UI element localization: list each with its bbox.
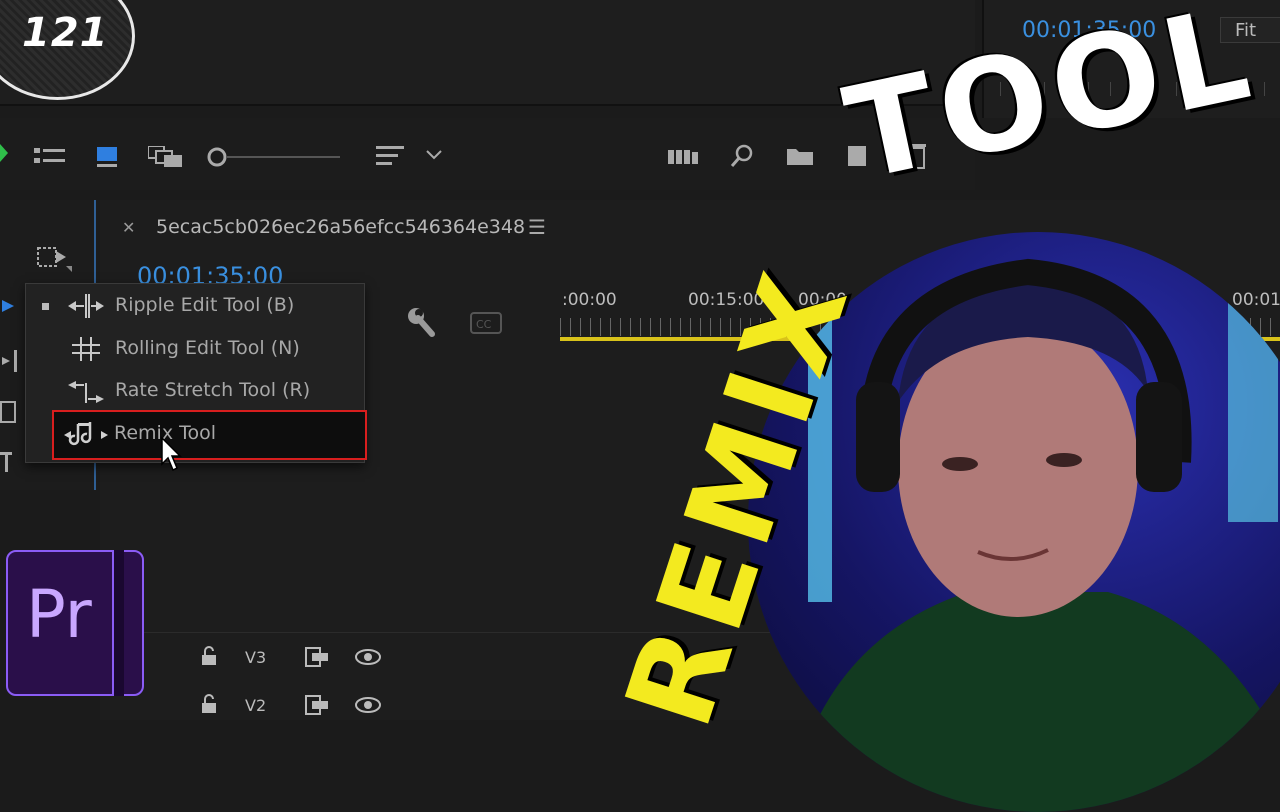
type-tool-icon[interactable]	[0, 448, 22, 478]
list-view-icon[interactable]	[34, 146, 66, 166]
menu-item-remix[interactable]: Remix Tool	[52, 410, 367, 460]
search-icon[interactable]	[730, 144, 754, 168]
lock-icon[interactable]	[200, 646, 218, 666]
episode-number: 121	[22, 10, 109, 56]
menu-item-rolling-edit[interactable]: Rolling Edit Tool (N)	[26, 329, 364, 369]
selection-tool-icon[interactable]	[0, 296, 20, 316]
sync-lock-icon[interactable]	[304, 646, 330, 668]
remix-icon	[64, 422, 108, 446]
selected-indicator	[42, 303, 49, 310]
sort-icon[interactable]	[376, 144, 406, 168]
ripple-tool-group-icon[interactable]	[0, 346, 22, 376]
eye-icon[interactable]	[354, 696, 382, 714]
track-label[interactable]: V2	[245, 696, 266, 715]
mouse-cursor-icon	[161, 436, 182, 472]
new-bin-icon[interactable]	[786, 146, 814, 166]
ruler-label: 00:01	[1232, 290, 1280, 310]
panel-menu-icon[interactable]: ☰	[528, 215, 546, 239]
svg-text:CC: CC	[476, 318, 492, 331]
menu-item-label: Ripple Edit Tool (B)	[115, 294, 295, 316]
menu-item-label: Rolling Edit Tool (N)	[115, 337, 300, 359]
chevron-down-icon[interactable]	[426, 150, 442, 160]
icon-view-icon[interactable]	[96, 146, 120, 168]
lock-icon[interactable]	[200, 694, 218, 714]
automate-to-sequence-icon[interactable]	[668, 148, 700, 166]
menu-item-rate-stretch[interactable]: Rate Stretch Tool (R)	[26, 371, 364, 411]
source-monitor-panel	[0, 0, 975, 106]
ripple-edit-icon	[68, 294, 104, 318]
close-icon[interactable]: ✕	[122, 218, 135, 237]
sequence-tab-title[interactable]: 5ecac5cb026ec26a56efcc546364e348	[156, 216, 525, 238]
menu-item-label: Rate Stretch Tool (R)	[115, 379, 311, 401]
project-toolbar	[0, 118, 975, 190]
freeform-view-icon[interactable]	[148, 146, 184, 168]
track-select-forward-icon[interactable]	[36, 244, 72, 272]
slip-tool-icon[interactable]	[0, 400, 22, 426]
captions-icon[interactable]: CC	[470, 312, 502, 334]
premiere-pro-logo-text: Pr	[26, 576, 92, 653]
rolling-edit-icon	[72, 337, 100, 361]
logo-bookmark	[112, 550, 124, 696]
track-v2: V2	[100, 686, 400, 726]
menu-item-ripple-edit[interactable]: Ripple Edit Tool (B)	[26, 286, 364, 326]
rate-stretch-icon	[68, 381, 104, 403]
play-icon[interactable]	[0, 144, 10, 162]
ruler-label: :00:00	[562, 290, 617, 310]
sync-lock-icon[interactable]	[304, 694, 330, 716]
track-label[interactable]: V3	[245, 648, 266, 667]
wrench-icon[interactable]	[406, 306, 436, 338]
eye-icon[interactable]	[354, 648, 382, 666]
zoom-slider[interactable]	[206, 146, 342, 168]
track-v3: V3	[100, 638, 400, 678]
